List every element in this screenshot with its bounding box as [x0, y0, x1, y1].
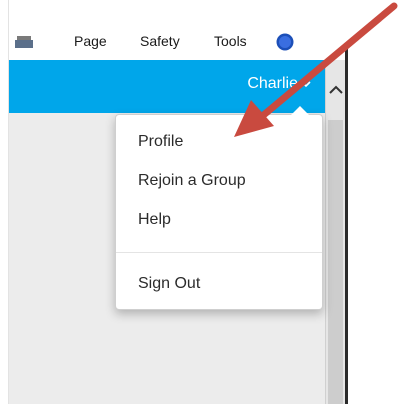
window-left-border — [0, 0, 9, 404]
help-icon[interactable] — [276, 33, 294, 51]
vertical-scrollbar[interactable] — [325, 60, 345, 404]
menu-item-help[interactable]: Help — [138, 211, 171, 229]
outside-area — [348, 45, 405, 404]
page-menu[interactable]: Page — [74, 33, 107, 49]
menu-item-rejoin-group[interactable]: Rejoin a Group — [138, 172, 246, 190]
menu-divider — [116, 252, 322, 253]
menu-item-profile[interactable]: Profile — [138, 133, 183, 151]
scrollbar-thumb[interactable] — [328, 120, 343, 404]
menu-item-sign-out[interactable]: Sign Out — [138, 275, 200, 293]
user-dropdown-menu: Profile Rejoin a Group Help Sign Out — [115, 106, 323, 310]
user-menu-button[interactable]: Charlie — [247, 75, 311, 93]
caret-down-icon — [301, 81, 311, 88]
app-header: Charlie — [9, 60, 325, 113]
browser-command-bar: Page Safety Tools — [9, 0, 347, 60]
scroll-up-button[interactable] — [326, 60, 345, 120]
printer-icon[interactable] — [15, 36, 33, 48]
tools-menu[interactable]: Tools — [214, 33, 247, 49]
user-name: Charlie — [247, 75, 298, 92]
dropdown-notch — [291, 106, 309, 115]
chevron-up-icon — [328, 85, 343, 94]
safety-menu[interactable]: Safety — [140, 33, 180, 49]
